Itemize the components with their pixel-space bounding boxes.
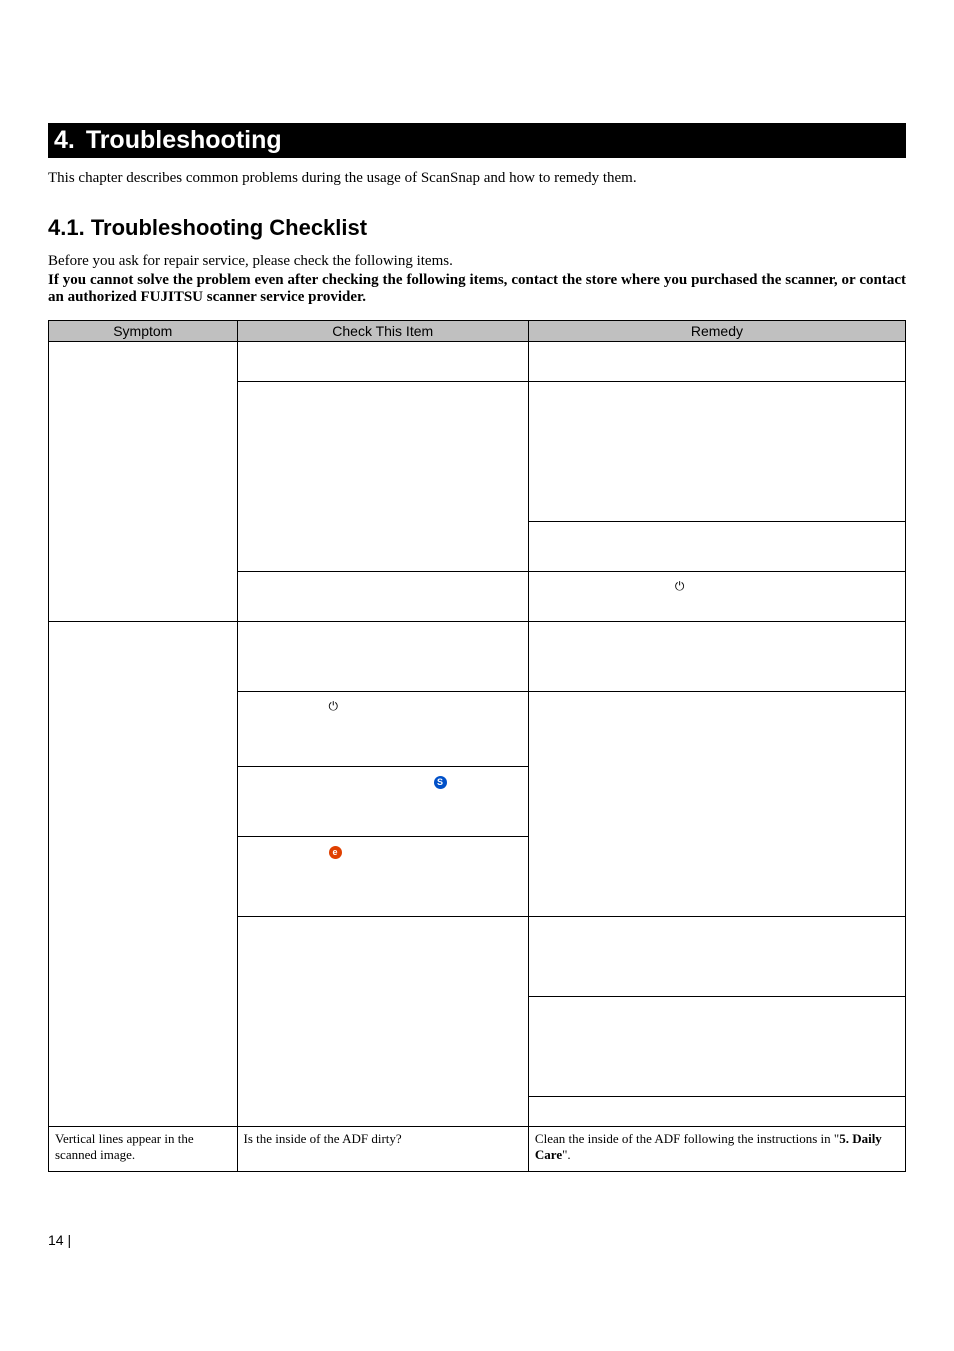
power-icon: ⏻ [329,699,339,713]
table-header-row: Symptom Check This Item Remedy [49,321,906,342]
e-icon: e [329,846,342,859]
section-pre-note: Before you ask for repair service, pleas… [48,253,906,270]
remedy-cell: Clean the inside of the ADF following th… [528,1127,905,1172]
chapter-number: 4. [54,126,75,154]
check-cell: Is the inside of the ADF dirty? [237,1127,528,1172]
col-remedy: Remedy [528,321,905,342]
troubleshooting-table: Symptom Check This Item Remedy ⏻ ⏻ [48,320,906,1172]
s-icon: S [434,776,447,789]
section-number: 4.1. [48,215,85,240]
table-row [49,622,906,692]
symptom-cell: Vertical lines appear in the scanned ima… [49,1127,238,1172]
chapter-intro: This chapter describes common problems d… [48,170,906,187]
chapter-title: Troubleshooting [86,126,282,154]
chapter-heading: 4. Troubleshooting [48,123,906,158]
section-bold-note: If you cannot solve the problem even aft… [48,272,906,306]
col-check: Check This Item [237,321,528,342]
section-heading: 4.1. Troubleshooting Checklist [48,215,906,241]
section-title: Troubleshooting Checklist [91,215,367,240]
page-number: 14 | [48,1232,906,1248]
table-row: Vertical lines appear in the scanned ima… [49,1127,906,1172]
power-icon: ⏻ [675,579,685,593]
col-symptom: Symptom [49,321,238,342]
table-row [49,342,906,382]
